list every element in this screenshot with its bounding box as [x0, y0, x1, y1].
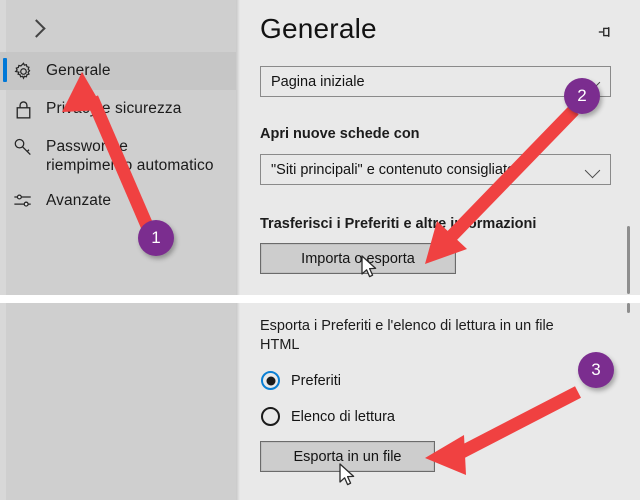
sidebar-item-password-e-riempimento-automatico[interactable]: Password e riempimento automatico: [0, 128, 236, 182]
settings-sidebar-continued: [0, 303, 240, 500]
radio-elenco-di-lettura-label: Elenco di lettura: [291, 408, 395, 425]
pin-icon[interactable]: [595, 23, 617, 41]
sidebar-item-label: Avanzate: [46, 192, 112, 209]
content-scrollbar-bottom[interactable]: [627, 303, 630, 313]
export-label: Esporta i Preferiti e l'elenco di lettur…: [260, 318, 554, 353]
page-title: Generale: [260, 13, 377, 44]
sidebar-collapse-button[interactable]: [14, 8, 58, 48]
sidebar-item-privacy-e-sicurezza[interactable]: Privacy e sicurezza: [0, 90, 236, 128]
radio-preferiti[interactable]: Preferiti: [261, 371, 341, 390]
settings-content-top: Generale Pagina iniziale Apri nuove sche…: [240, 0, 640, 295]
chevron-right-icon: [26, 18, 46, 38]
sliders-icon: [0, 189, 46, 213]
sidebar-nav: Generale Privacy e sicurezza Password e …: [0, 52, 236, 220]
sidebar-item-avanzate[interactable]: Avanzate: [0, 182, 236, 220]
settings-pane-bottom: Esporta i Preferiti e l'elenco di lettur…: [0, 303, 640, 500]
screenshot-root: Generale Privacy e sicurezza Password e …: [0, 0, 640, 500]
settings-content-bottom: Esporta i Preferiti e l'elenco di lettur…: [240, 303, 640, 500]
radio-preferiti-label: Preferiti: [291, 372, 341, 389]
new-tabs-combobox-value: "Siti principali" e contenuto consigliat…: [271, 161, 516, 178]
sidebar-item-generale[interactable]: Generale: [0, 52, 236, 90]
importa-o-esporta-button[interactable]: Importa o esporta: [260, 243, 456, 274]
settings-sidebar: Generale Privacy e sicurezza Password e …: [0, 0, 240, 295]
transfer-label: Trasferisci i Preferiti e altre informaz…: [260, 216, 537, 232]
homepage-combobox[interactable]: Pagina iniziale: [260, 66, 611, 97]
annotation-badge-1: 1: [138, 220, 174, 256]
radio-indicator: [261, 407, 280, 426]
selected-accent-bar: [3, 58, 7, 82]
content-scrollbar[interactable]: [627, 226, 630, 294]
sidebar-left-edge: [0, 303, 6, 500]
radio-indicator: [261, 371, 280, 390]
new-tabs-label: Apri nuove schede con: [260, 126, 420, 142]
key-icon: [0, 135, 46, 159]
settings-pane-top: Generale Privacy e sicurezza Password e …: [0, 0, 640, 295]
screenshot-seam: [0, 295, 640, 303]
esporta-in-un-file-button[interactable]: Esporta in un file: [260, 441, 435, 472]
sidebar-item-label: Password e riempimento automatico: [46, 138, 214, 174]
sidebar-item-label: Privacy e sicurezza: [46, 100, 182, 117]
radio-elenco-di-lettura[interactable]: Elenco di lettura: [261, 407, 395, 426]
homepage-combobox-value: Pagina iniziale: [271, 73, 365, 90]
chevron-down-icon: [584, 162, 601, 179]
lock-icon: [0, 97, 46, 121]
sidebar-item-label: Generale: [46, 62, 111, 79]
annotation-badge-2: 2: [564, 78, 600, 114]
new-tabs-combobox[interactable]: "Siti principali" e contenuto consigliat…: [260, 154, 611, 185]
annotation-badge-3: 3: [578, 352, 614, 388]
